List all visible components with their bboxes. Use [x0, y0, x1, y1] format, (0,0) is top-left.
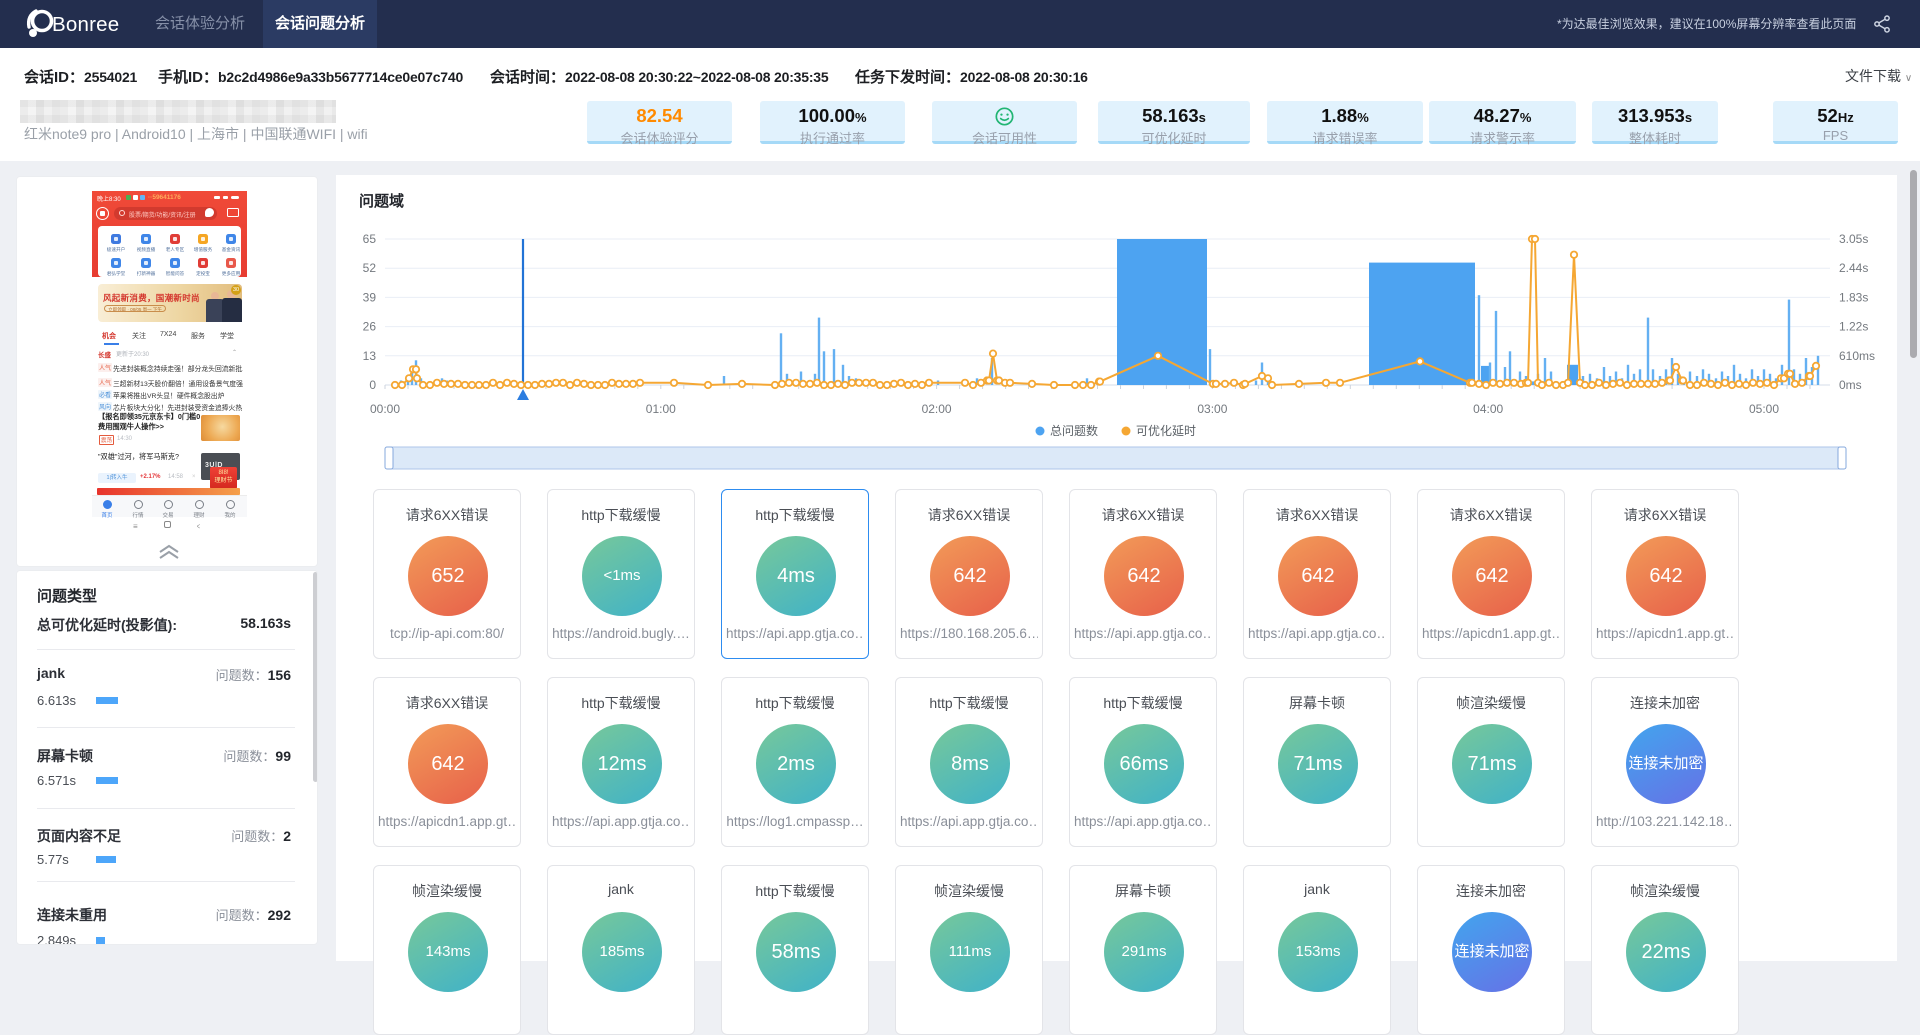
- svg-text:1.83s: 1.83s: [1839, 290, 1868, 304]
- svg-text:52: 52: [363, 261, 377, 275]
- svg-text:03:00: 03:00: [1197, 402, 1227, 416]
- svg-text:610ms: 610ms: [1839, 349, 1875, 363]
- svg-text:13: 13: [363, 349, 377, 363]
- svg-text:2.44s: 2.44s: [1839, 261, 1868, 275]
- svg-text:0: 0: [369, 378, 376, 392]
- svg-text:0ms: 0ms: [1839, 378, 1862, 392]
- svg-text:65: 65: [363, 232, 377, 246]
- svg-text:39: 39: [363, 290, 377, 304]
- svg-text:05:00: 05:00: [1749, 402, 1779, 416]
- svg-text:总问题数: 总问题数: [1050, 423, 1098, 438]
- svg-text:3.05s: 3.05s: [1839, 232, 1868, 246]
- svg-text:00:00: 00:00: [370, 402, 400, 416]
- svg-text:26: 26: [363, 320, 377, 334]
- svg-text:可优化延时: 可优化延时: [1136, 424, 1196, 438]
- svg-text:1.22s: 1.22s: [1839, 320, 1868, 334]
- svg-text:02:00: 02:00: [922, 402, 952, 416]
- svg-text:01:00: 01:00: [646, 402, 676, 416]
- svg-text:04:00: 04:00: [1473, 402, 1503, 416]
